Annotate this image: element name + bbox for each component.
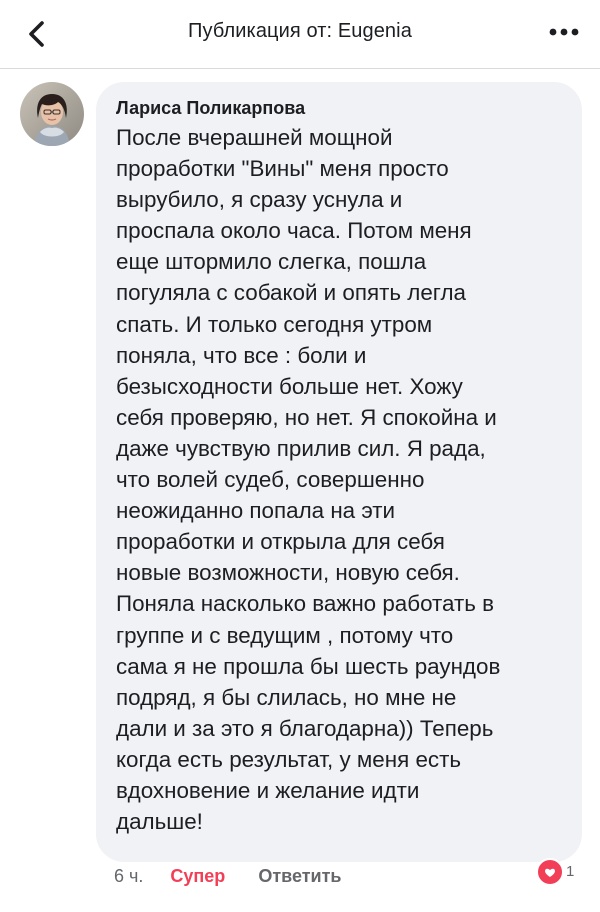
comment-author[interactable]: Лариса Поликарпова bbox=[116, 98, 305, 119]
comment-line: что волей судеб, совершенно bbox=[116, 467, 425, 493]
reply-button[interactable]: Ответить bbox=[258, 866, 341, 887]
page-title: Публикация от: Eugenia bbox=[188, 20, 412, 42]
comment-line: погуляла с собакой и опять легла bbox=[116, 280, 466, 306]
comment-line: вдохновение и желание идти bbox=[116, 777, 420, 803]
comment-line: себя проверяю, но нет. Я спокойна и bbox=[116, 404, 497, 430]
comment-line: вырубило, я сразу уснула и bbox=[116, 187, 403, 213]
comment-line: безысходности больше нет. Хожу bbox=[116, 373, 463, 399]
comment-line: еще штормило слегка, пошла bbox=[116, 249, 427, 275]
comment-line: группе и с ведущим , потому что bbox=[116, 622, 454, 648]
comment-line: подряд, я бы слилась, но мне не bbox=[116, 684, 457, 710]
top-bar: Публикация от: Eugenia bbox=[0, 0, 600, 69]
reaction-count: 1 bbox=[566, 863, 575, 880]
comment-line: дали и за это я благодарна)) Теперь bbox=[116, 715, 494, 741]
profile-photo bbox=[20, 82, 84, 146]
comment-bubble: Лариса Поликарпова После вчерашней мощно… bbox=[96, 82, 582, 862]
comment-line: После вчерашней мощной bbox=[116, 125, 393, 150]
comment-line: дальше! bbox=[116, 809, 203, 835]
comment-line: когда есть результат, у меня есть bbox=[116, 746, 462, 772]
comment-actions: 6 ч. Супер Ответить bbox=[114, 866, 342, 890]
comment-screen: Публикация от: Eugenia Лариса Поликарпов… bbox=[0, 0, 600, 912]
more-dots-icon bbox=[549, 28, 579, 36]
comment-line: сама я не прошла бы шесть раундов bbox=[116, 653, 501, 679]
comment-line: даже чувствую прилив сил. Я рада, bbox=[116, 435, 486, 461]
comment-line: поняла, что все : боли и bbox=[116, 342, 367, 368]
comment-line: проработки и открыла для себя bbox=[116, 529, 445, 555]
comment-line: проработки "Вины" меня просто bbox=[116, 156, 449, 182]
care-reaction-icon bbox=[536, 858, 564, 886]
more-button[interactable] bbox=[544, 20, 584, 44]
comment-line: Поняла насколько важно работать в bbox=[116, 591, 495, 617]
reaction-button[interactable]: Супер bbox=[170, 866, 225, 887]
comment-time[interactable]: 6 ч. bbox=[114, 866, 143, 887]
comment-line: проспала около часа. Потом меня bbox=[116, 218, 472, 244]
avatar[interactable] bbox=[20, 82, 84, 146]
comment-line: неожиданно попала на эти bbox=[116, 498, 396, 524]
comment-line: новые возможности, новую себя. bbox=[116, 560, 460, 586]
comment-line: спать. И только сегодня утром bbox=[116, 311, 433, 337]
comment-text: После вчерашней мощной проработки "Вины"… bbox=[116, 122, 580, 837]
